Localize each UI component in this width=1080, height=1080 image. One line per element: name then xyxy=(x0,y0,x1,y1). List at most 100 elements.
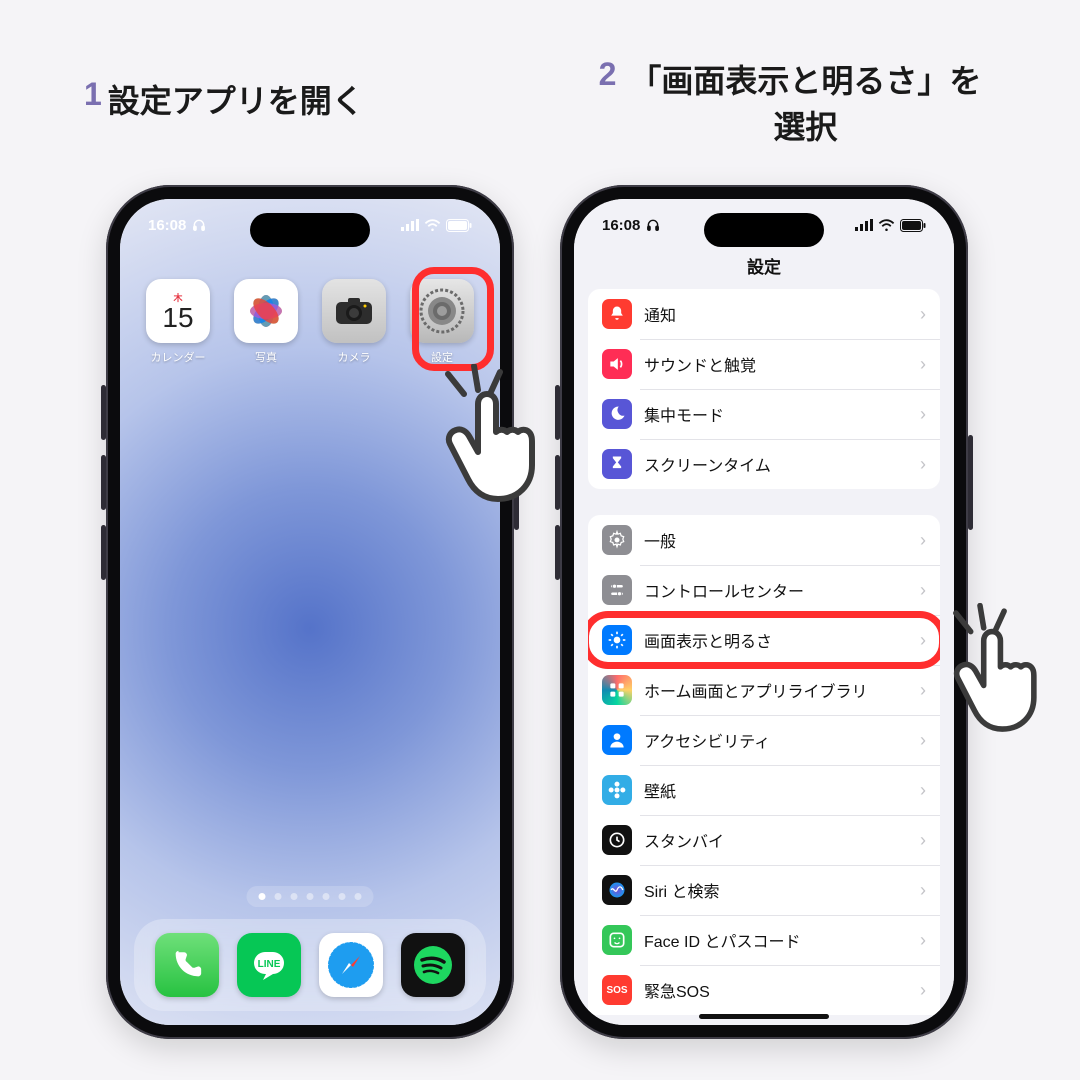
settings-row-moon[interactable]: 集中モード› xyxy=(588,389,940,439)
row-label: 集中モード xyxy=(644,402,908,426)
dock-app-safari[interactable] xyxy=(319,933,383,997)
phone-home: 16:08 木 15 カレンダー xyxy=(106,185,514,1039)
dynamic-island xyxy=(704,213,824,247)
row-label: 緊急SOS xyxy=(644,978,908,1002)
dock-app-phone[interactable] xyxy=(155,933,219,997)
row-label: Face ID とパスコード xyxy=(644,928,908,952)
row-label: サウンドと触覚 xyxy=(644,352,908,376)
home-indicator[interactable] xyxy=(699,1014,829,1019)
settings-list[interactable]: 通知›サウンドと触覚›集中モード›スクリーンタイム›一般›コントロールセンター›… xyxy=(588,289,940,1015)
line-icon: LINE xyxy=(248,944,290,986)
settings-row-speaker[interactable]: サウンドと触覚 › xyxy=(588,339,940,389)
chevron-right-icon: › xyxy=(920,980,926,1001)
chevron-right-icon: › xyxy=(920,530,926,551)
settings-row-person[interactable]: アクセシビリティ › xyxy=(588,715,940,765)
row-label: 画面表示と明るさ xyxy=(644,628,908,652)
chevron-right-icon: › xyxy=(920,680,926,701)
phone-settings: 16:08 設定 通知›サウンドと触覚›集中モード›スクリーンタイム›一般›コン… xyxy=(560,185,968,1039)
settings-row-clock[interactable]: スタンバイ › xyxy=(588,815,940,865)
person-icon xyxy=(602,725,632,755)
settings-row-flower[interactable]: 壁紙 › xyxy=(588,765,940,815)
settings-title: 設定 xyxy=(574,253,954,278)
dock-app-spotify[interactable] xyxy=(401,933,465,997)
chevron-right-icon: › xyxy=(920,454,926,475)
settings-row-bell[interactable]: 通知 › xyxy=(588,289,940,339)
settings-row-sos[interactable]: SOS 緊急SOS › xyxy=(588,965,940,1015)
settings-row-gear[interactable]: 一般 › xyxy=(588,515,940,565)
bell-icon xyxy=(602,299,632,329)
chevron-right-icon: › xyxy=(920,354,926,375)
sos-icon: SOS xyxy=(602,975,632,1005)
settings-group: 一般›コントロールセンター›画面表示と明るさ›ホーム画面とアプリライブラリ›アク… xyxy=(588,515,940,1015)
app-calendar[interactable]: 木 15 カレンダー xyxy=(138,279,218,365)
row-label: 通知 xyxy=(644,302,908,326)
step2-line2: 選択 xyxy=(629,102,981,148)
settings-row-sliders[interactable]: コントロールセンター › xyxy=(588,565,940,615)
chevron-right-icon: › xyxy=(920,730,926,751)
step2-line1: 「画面表示と明るさ」を xyxy=(629,63,981,99)
app-camera[interactable]: カメラ xyxy=(314,279,394,365)
settings-screen: 16:08 設定 通知›サウンドと触覚›集中モード›スクリーンタイム›一般›コン… xyxy=(574,199,954,1025)
page-indicator[interactable] xyxy=(247,886,374,907)
step1-text: 設定アプリを開く xyxy=(108,76,364,122)
step1-number: 1 xyxy=(84,76,102,113)
dock-app-line[interactable]: LINE xyxy=(237,933,301,997)
siri-icon xyxy=(602,875,632,905)
speaker-icon xyxy=(602,349,632,379)
sun-icon xyxy=(602,625,632,655)
app-settings[interactable]: 設定 xyxy=(402,279,482,365)
gear-icon xyxy=(602,525,632,555)
camera-icon xyxy=(322,279,386,343)
home-screen: 16:08 木 15 カレンダー xyxy=(120,199,500,1025)
settings-gear-icon xyxy=(410,279,474,343)
home-app-row: 木 15 カレンダー xyxy=(120,279,500,365)
row-label: 一般 xyxy=(644,528,908,552)
status-time: 16:08 xyxy=(602,217,640,234)
wifi-icon xyxy=(878,219,895,232)
row-label: コントロールセンター xyxy=(644,578,908,602)
grid-icon xyxy=(602,675,632,705)
chevron-right-icon: › xyxy=(920,830,926,851)
wifi-icon xyxy=(424,219,441,232)
hourglass-icon xyxy=(602,449,632,479)
chevron-right-icon: › xyxy=(920,780,926,801)
sliders-icon xyxy=(602,575,632,605)
spotify-icon xyxy=(410,942,456,988)
step1-caption: 1 設定アプリを開く xyxy=(84,76,364,122)
settings-row-faceid[interactable]: Face ID とパスコード › xyxy=(588,915,940,965)
clock-icon xyxy=(602,825,632,855)
chevron-right-icon: › xyxy=(920,880,926,901)
row-label: アクセシビリティ xyxy=(644,728,908,752)
row-label: Siri と検索 xyxy=(644,878,908,902)
chevron-right-icon: › xyxy=(920,304,926,325)
chevron-right-icon: › xyxy=(920,930,926,951)
row-label: 壁紙 xyxy=(644,778,908,802)
phone-icon xyxy=(170,948,204,982)
cellular-icon xyxy=(855,219,873,231)
settings-row-sun[interactable]: 画面表示と明るさ › xyxy=(588,615,940,665)
chevron-right-icon: › xyxy=(920,580,926,601)
settings-row-siri[interactable]: Siri と検索 › xyxy=(588,865,940,915)
status-time: 16:08 xyxy=(148,217,186,234)
settings-row-hourglass[interactable]: スクリーンタイム › xyxy=(588,439,940,489)
settings-row-grid[interactable]: ホーム画面とアプリライブラリ › xyxy=(588,665,940,715)
settings-group: 通知 › サウンドと触覚 › 集中モード› スクリーンタイム › xyxy=(588,289,940,489)
moon-icon xyxy=(602,399,632,429)
app-photos[interactable]: 写真 xyxy=(226,279,306,365)
row-label: スクリーンタイム xyxy=(644,452,908,476)
safari-icon xyxy=(325,939,377,991)
flower-icon xyxy=(602,775,632,805)
photos-icon xyxy=(234,279,298,343)
battery-icon xyxy=(446,219,472,232)
battery-icon xyxy=(900,219,926,232)
row-label: スタンバイ xyxy=(644,828,908,852)
svg-text:LINE: LINE xyxy=(258,959,281,970)
dynamic-island xyxy=(250,213,370,247)
dock: LINE xyxy=(134,919,486,1011)
faceid-icon xyxy=(602,925,632,955)
step2-caption: 2 「画面表示と明るさ」を 選択 xyxy=(530,56,1050,148)
row-label: ホーム画面とアプリライブラリ xyxy=(644,678,908,702)
step2-number: 2 xyxy=(599,56,617,92)
chevron-right-icon: › xyxy=(920,630,926,651)
cellular-icon xyxy=(401,219,419,231)
